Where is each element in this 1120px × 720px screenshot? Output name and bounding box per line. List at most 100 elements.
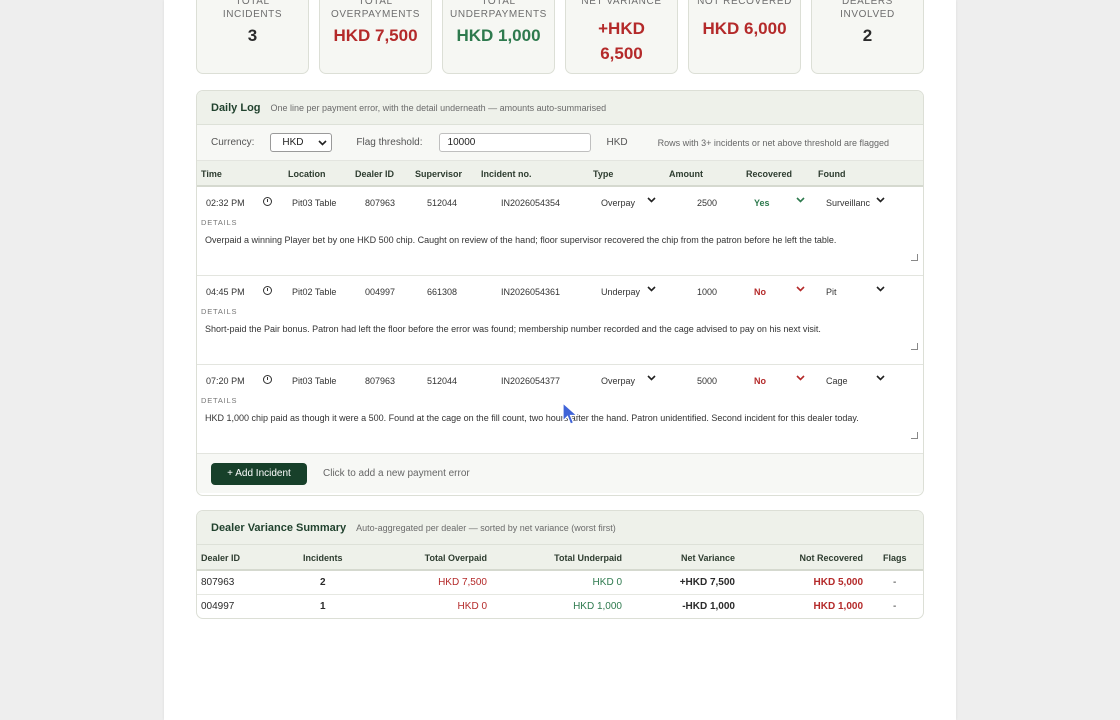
chevron-down-icon[interactable] (647, 286, 656, 292)
card-label: DEALERS (842, 0, 893, 7)
chevron-down-icon[interactable] (876, 375, 885, 381)
details-textarea[interactable]: Overpaid a winning Player bet by one HKD… (201, 228, 917, 266)
chevron-down-icon[interactable] (796, 197, 805, 203)
location-input[interactable]: Pit03 Table (292, 376, 336, 386)
card-total-overpayments: TOTAL OVERPAYMENTS HKD 7,500 (319, 0, 432, 74)
details-label: DETAILS (201, 307, 238, 316)
resize-handle-icon[interactable] (911, 254, 918, 261)
col-amount: Amount (669, 169, 703, 179)
currency-select[interactable]: HKD (270, 133, 333, 152)
card-value: HKD 6,000 (702, 19, 787, 38)
found-select[interactable]: Surveillanc (826, 198, 872, 208)
daily-log-header: Daily Log One line per payment error, wi… (197, 91, 923, 125)
flag-note: Rows with 3+ incidents or net above thre… (657, 137, 890, 148)
time-input[interactable]: 02:32 PM (206, 198, 245, 208)
dealer-summary-title: Dealer Variance Summary (211, 521, 347, 534)
card-label: NOT RECOVERED (697, 0, 792, 7)
chevron-down-icon[interactable] (876, 197, 885, 203)
recovered-select[interactable]: No (754, 376, 766, 386)
resize-handle-icon[interactable] (911, 432, 918, 439)
col-recovered: Recovered (746, 169, 793, 179)
time-minute: 32 (218, 198, 229, 208)
dealer-summary-header: Dealer Variance Summary Auto-aggregated … (197, 511, 923, 545)
card-value: 3 (247, 26, 258, 45)
col-type: Type (593, 169, 614, 179)
card-label: NET VARIANCE (581, 0, 662, 7)
time-minute: 45 (218, 287, 229, 297)
dealer-input[interactable]: 807963 (365, 376, 395, 386)
type-select[interactable]: Overpay (601, 198, 635, 208)
card-label: INCIDENTS (222, 9, 283, 20)
dealer-summary-panel: Dealer Variance Summary Auto-aggregated … (196, 510, 924, 619)
time-hour: 07 (206, 376, 217, 386)
resize-handle-icon[interactable] (911, 343, 918, 350)
col-flags: Flags (883, 553, 907, 563)
incident-row: 02:32 PM Pit03 Table 807963 512044 IN202… (197, 187, 923, 276)
mouse-cursor-icon (562, 402, 579, 425)
daily-log-panel: Daily Log One line per payment error, wi… (196, 90, 924, 496)
col-not-recovered: Not Recovered (799, 553, 863, 563)
dealer-summary-subtitle: Auto-aggregated per dealer — sorted by n… (356, 522, 616, 533)
supervisor-input[interactable]: 661308 (427, 287, 457, 297)
threshold-unit: HKD (606, 137, 628, 148)
supervisor-input[interactable]: 512044 (427, 198, 457, 208)
col-dealer: Dealer ID (355, 169, 395, 179)
incident-row: 07:20 PM Pit03 Table 807963 512044 IN202… (197, 365, 923, 454)
clock-icon[interactable] (263, 375, 272, 384)
amount-input[interactable]: 1000 (697, 287, 717, 297)
chevron-down-icon[interactable] (876, 286, 885, 292)
col-net: Net Variance (680, 553, 735, 563)
recovered-select[interactable]: No (754, 287, 766, 297)
flags: - (893, 601, 897, 612)
chevron-down-icon (318, 139, 327, 146)
col-underpaid: Total Underpaid (554, 553, 622, 563)
time-input[interactable]: 07:20 PM (206, 376, 245, 386)
card-label: OVERPAYMENTS (330, 9, 421, 20)
summary-cards: TOTAL INCIDENTS 3 TOTAL OVERPAYMENTS HKD… (196, 0, 924, 74)
time-input[interactable]: 04:45 PM (206, 287, 245, 297)
type-select[interactable]: Underpay (601, 287, 643, 297)
location-input[interactable]: Pit03 Table (292, 198, 336, 208)
add-incident-button[interactable]: + Add Incident (211, 462, 307, 485)
chevron-down-icon[interactable] (796, 286, 805, 292)
found-select[interactable]: Cage (826, 376, 848, 386)
dealer-input[interactable]: 807963 (365, 198, 395, 208)
incident-input[interactable]: IN2026054354 (501, 198, 560, 208)
total-underpaid: HKD 1,000 (573, 601, 622, 612)
details-textarea[interactable]: HKD 1,000 chip paid as though it were a … (201, 406, 917, 444)
threshold-input[interactable]: 10000 (438, 133, 591, 152)
chevron-down-icon[interactable] (647, 197, 656, 203)
found-select[interactable]: Pit (826, 287, 837, 297)
amount-input[interactable]: 2500 (697, 198, 717, 208)
location-input[interactable]: Pit02 Table (292, 287, 336, 297)
supervisor-input[interactable]: 512044 (427, 376, 457, 386)
summary-row: 004997 1 HKD 0 HKD 1,000 -HKD 1,000 HKD … (197, 595, 923, 618)
net-variance: +HKD 7,500 (679, 577, 735, 588)
card-label: UNDERPAYMENTS (450, 9, 547, 20)
clock-icon[interactable] (263, 286, 272, 295)
incident-row: 04:45 PM Pit02 Table 004997 661308 IN202… (197, 276, 923, 365)
card-value: 6,500 (600, 44, 643, 63)
incident-input[interactable]: IN2026054361 (501, 287, 560, 297)
recovered-select[interactable]: Yes (754, 198, 770, 208)
card-label: TOTAL (235, 0, 270, 7)
time-minute: 20 (218, 376, 229, 386)
amount-input[interactable]: 5000 (697, 376, 717, 386)
card-label: TOTAL (481, 0, 516, 7)
col-incident: Incident no. (481, 169, 532, 179)
daily-log-subtitle: One line per payment error, with the det… (270, 102, 607, 113)
log-table-header: Time Location Dealer ID Supervisor Incid… (197, 161, 923, 187)
dealer-input[interactable]: 004997 (365, 287, 395, 297)
summary-table-header: Dealer ID Incidents Total Overpaid Total… (197, 545, 923, 571)
clock-icon[interactable] (263, 197, 272, 206)
currency-value: HKD (282, 137, 304, 148)
chevron-down-icon[interactable] (796, 375, 805, 381)
details-textarea[interactable]: Short-paid the Pair bonus. Patron had le… (201, 317, 917, 355)
card-not-recovered: NOT RECOVERED HKD 6,000 (688, 0, 801, 74)
log-controls: Currency: HKD Flag threshold: 10000 HKD … (197, 125, 923, 161)
dealer-id: 807963 (201, 577, 235, 588)
incident-input[interactable]: IN2026054377 (501, 376, 560, 386)
daily-log-title: Daily Log (211, 101, 261, 114)
chevron-down-icon[interactable] (647, 375, 656, 381)
type-select[interactable]: Overpay (601, 376, 635, 386)
